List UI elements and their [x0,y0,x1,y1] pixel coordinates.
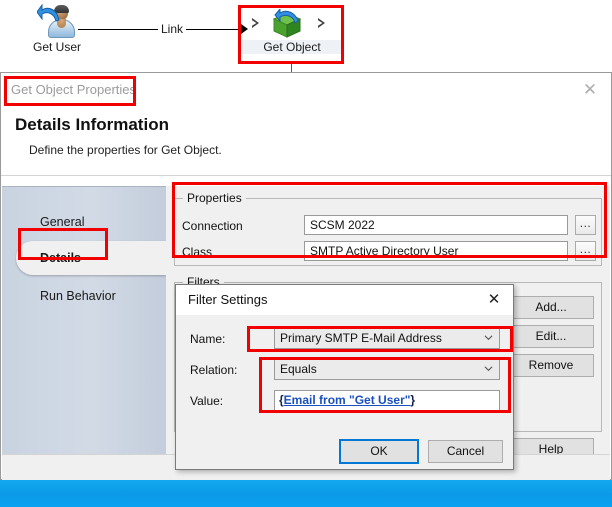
name-label: Name: [190,332,226,346]
relation-dropdown[interactable]: Equals [274,359,500,380]
connection-input[interactable]: SCSM 2022 [304,215,568,235]
filter-ok-button[interactable]: OK [339,439,419,464]
filter-settings-dialog: Filter Settings ✕ Name: Primary SMTP E-M… [175,284,514,470]
workflow-node-get-object[interactable]: Get Object [240,6,344,54]
class-browse-button[interactable]: ... [575,241,596,261]
workflow-node-label: Get User [32,40,81,54]
nav-item-general[interactable]: General [2,205,166,239]
value-close-brace: } [410,393,416,407]
relation-dropdown-value: Equals [280,362,317,376]
name-dropdown-value: Primary SMTP E-Mail Address [280,331,442,345]
chevron-down-icon [484,366,493,372]
page-title: Details Information [15,115,169,134]
class-label: Class [182,245,213,259]
edit-filter-button[interactable]: Edit... [508,325,594,348]
name-dropdown[interactable]: Primary SMTP E-Mail Address [274,328,500,349]
chevron-down-icon [484,335,493,341]
page-subtitle: Define the properties for Get Object. [29,143,222,157]
dialog-title: Get Object Properties [11,82,136,97]
dialog-titlebar: Get Object Properties ✕ [1,73,611,107]
nav-item-run-behavior[interactable]: Run Behavior [2,279,166,313]
output-connector-icon[interactable] [318,18,325,28]
close-icon[interactable]: ✕ [577,79,603,101]
value-token-link[interactable]: Email from "Get User" [284,393,411,407]
filter-settings-body: Name: Primary SMTP E-Mail Address Relati… [176,315,513,469]
nav-item-details[interactable]: Details [16,241,166,275]
blue-curved-arrow-icon [37,4,60,22]
value-input[interactable]: {Email from "Get User"} [274,390,500,411]
close-icon[interactable]: ✕ [484,290,504,310]
remove-filter-button[interactable]: Remove [508,354,594,377]
filter-settings-titlebar: Filter Settings ✕ [176,285,513,315]
relation-label: Relation: [190,363,238,377]
workflow-node-label: Get Object [240,40,344,54]
dialog-nav: General Details Run Behavior [2,186,166,455]
connection-browse-button[interactable]: ... [575,215,596,235]
value-label: Value: [190,394,224,408]
dialog-header: Details Information Define the propertie… [1,107,611,176]
properties-group-title: Properties [183,191,246,205]
add-filter-button[interactable]: Add... [508,296,594,319]
green-cube-arrow-icon [270,7,304,41]
taskbar[interactable] [0,480,612,507]
person-arrow-icon [35,4,79,40]
screen: Link Get User Get Object Get Object Prop… [0,0,612,507]
connection-label: Connection [182,219,243,233]
filter-cancel-button[interactable]: Cancel [428,440,503,463]
workflow-canvas: Link Get User Get Object [0,0,612,74]
class-input[interactable]: SMTP Active Directory User [304,241,568,261]
input-connector-icon[interactable] [252,18,259,28]
workflow-node-get-user[interactable]: Get User [18,4,96,54]
workflow-link-label: Link [158,22,187,36]
filter-settings-title: Filter Settings [188,292,268,307]
